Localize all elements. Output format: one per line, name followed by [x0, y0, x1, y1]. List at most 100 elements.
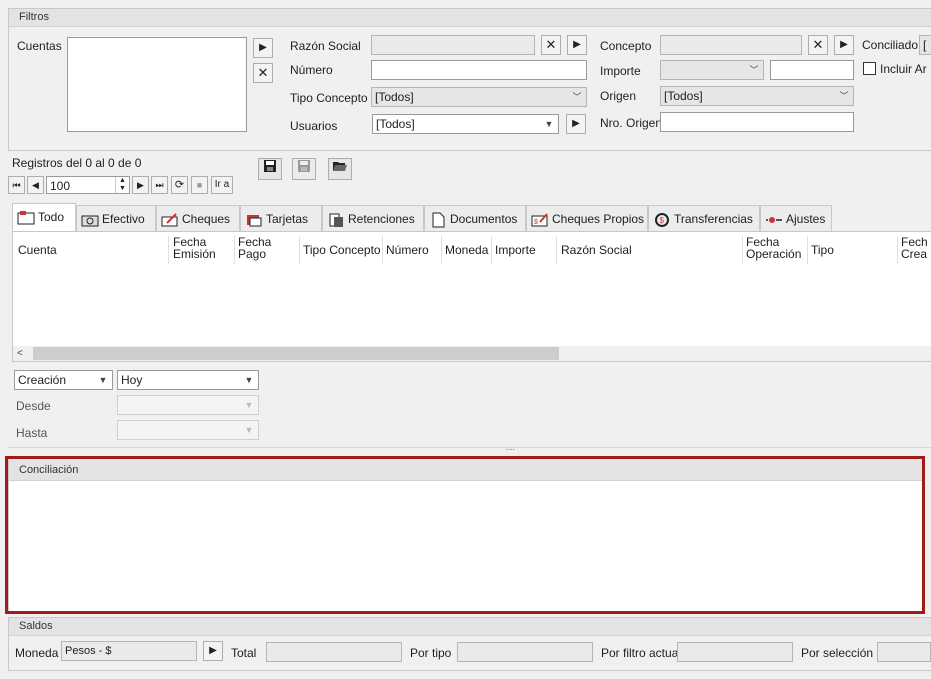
scroll-left-icon[interactable]: < [17, 346, 23, 361]
splitter-handle[interactable]: ···· [8, 444, 931, 455]
spin-down-icon[interactable]: ▼ [115, 185, 129, 193]
page-size-spinner[interactable]: 100 ▲ ▼ [46, 176, 130, 194]
col-header-tipo[interactable]: Tipo [811, 244, 834, 256]
usuarios-value: [Todos] [376, 117, 415, 131]
total-field [266, 642, 402, 662]
origen-value: [Todos] [664, 89, 703, 103]
col-header-fecha-pago[interactable]: Fecha Pago [238, 236, 271, 260]
tab-tarjetas[interactable]: Tarjetas [240, 205, 322, 231]
check-icon [161, 211, 179, 227]
prev-page-button[interactable]: ◀ [27, 176, 44, 194]
tab-documentos[interactable]: Documentos [424, 205, 526, 231]
numero-field[interactable] [371, 60, 587, 80]
caret-down-icon: ▼ [98, 375, 108, 385]
tipo-concepto-select[interactable]: [Todos] ﹀ [371, 87, 587, 107]
col-separator [491, 236, 492, 264]
incluir-checkbox[interactable] [863, 62, 876, 75]
svg-text:$: $ [534, 219, 538, 226]
concepto-field[interactable] [660, 35, 802, 55]
nro-origen-label: Nro. Origen [600, 116, 663, 130]
nro-origen-field[interactable] [660, 112, 854, 132]
numero-label: Número [290, 63, 333, 77]
razon-social-search-button[interactable]: ▶ [567, 35, 587, 55]
desde-date-picker[interactable]: ▼ [117, 395, 259, 415]
tab-cheques-label: Cheques [182, 212, 231, 226]
cash-icon [81, 211, 99, 227]
col-header-fecha-emision[interactable]: Fecha Emisión [173, 236, 216, 260]
cuentas-clear-button[interactable]: ✕ [253, 63, 273, 83]
last-page-button[interactable]: ⏭ [151, 176, 168, 194]
cuentas-add-button[interactable]: ▶ [253, 38, 273, 58]
conciliado-select[interactable]: [ [919, 35, 931, 55]
tab-retenciones[interactable]: Retenciones [322, 205, 424, 231]
tab-cheques-propios[interactable]: $ Cheques Propios [526, 205, 648, 231]
cuentas-listbox[interactable] [67, 37, 247, 132]
caret-down-icon: ▼ [244, 375, 254, 385]
horizontal-scrollbar[interactable]: < [13, 346, 931, 361]
date-field-value: Creación [18, 373, 67, 387]
col-header-fecha-operacion[interactable]: Fecha Operación [746, 236, 801, 260]
usuarios-search-button[interactable]: ▶ [566, 114, 586, 134]
por-tipo-label: Por tipo [410, 646, 452, 660]
tab-transferencias[interactable]: $ Transferencias [648, 205, 760, 231]
transfer-icon: $ [653, 211, 671, 227]
hasta-label: Hasta [16, 426, 48, 440]
col-header-importe[interactable]: Importe [495, 244, 536, 256]
save-as-button[interactable] [292, 158, 316, 180]
col-header-razon-social[interactable]: Razón Social [561, 244, 632, 256]
col-separator [556, 236, 557, 264]
por-filtro-label: Por filtro actual [601, 646, 682, 660]
importe-operator-select[interactable]: ﹀ [660, 60, 764, 80]
col-header-cuenta[interactable]: Cuenta [18, 244, 57, 256]
tab-ajustes-label: Ajustes [786, 212, 826, 226]
stop-button[interactable]: ■ [191, 176, 208, 194]
razon-social-clear-button[interactable]: ✕ [541, 35, 561, 55]
importe-field[interactable] [770, 60, 854, 80]
tab-cheques[interactable]: Cheques [156, 205, 240, 231]
col-separator [168, 236, 169, 264]
refresh-button[interactable]: ⟳ [171, 176, 188, 194]
razon-social-field[interactable] [371, 35, 535, 55]
grip-icon: ···· [505, 444, 515, 455]
chevron-down-icon: ﹀ [572, 92, 582, 102]
own-check-icon: $ [531, 211, 549, 227]
open-button[interactable] [328, 158, 352, 180]
origen-select[interactable]: [Todos] ﹀ [660, 86, 854, 106]
usuarios-label: Usuarios [290, 119, 338, 133]
caret-down-icon: ▼ [244, 425, 254, 435]
scrollbar-thumb[interactable] [33, 347, 559, 360]
col-header-moneda[interactable]: Moneda [445, 244, 488, 256]
retention-icon [327, 211, 345, 227]
tab-todo[interactable]: Todo [12, 203, 76, 231]
tab-documentos-label: Documentos [450, 212, 518, 226]
moneda-field[interactable]: Pesos - $ [61, 641, 197, 661]
col-separator [382, 236, 383, 264]
concepto-clear-button[interactable]: ✕ [808, 35, 828, 55]
ir-a-button[interactable]: Ir a [211, 176, 233, 194]
col-header-fecha-creacion[interactable]: Fech Crea [901, 236, 928, 260]
usuarios-select[interactable]: [Todos] ▼ [372, 114, 559, 134]
chevron-down-icon: ﹀ [839, 91, 849, 101]
hasta-date-picker[interactable]: ▼ [117, 420, 259, 440]
col-header-numero[interactable]: Número [386, 244, 429, 256]
filtros-title: Filtros [9, 9, 931, 27]
registros-text: Registros del 0 al 0 de 0 [12, 156, 142, 170]
col-header-tipo-concepto[interactable]: Tipo Concepto [303, 244, 381, 256]
conciliado-value: [ [923, 38, 927, 52]
spin-up-icon[interactable]: ▲ [115, 177, 129, 185]
col-separator [897, 236, 898, 264]
tab-ajustes[interactable]: Ajustes [760, 205, 832, 231]
date-field-select[interactable]: Creación ▼ [14, 370, 113, 390]
por-filtro-field [677, 642, 793, 662]
save-button[interactable] [258, 158, 282, 180]
saldos-title: Saldos [9, 618, 931, 636]
first-page-button[interactable]: ⏮ [8, 176, 25, 194]
tipo-concepto-label: Tipo Concepto [290, 91, 368, 105]
caret-down-icon: ▼ [544, 119, 554, 129]
period-select[interactable]: Hoy ▼ [117, 370, 259, 390]
concepto-search-button[interactable]: ▶ [834, 35, 854, 55]
next-page-button[interactable]: ▶ [132, 176, 149, 194]
conciliacion-highlight [5, 456, 925, 614]
moneda-select-button[interactable]: ▶ [203, 641, 223, 661]
tab-efectivo[interactable]: Efectivo [76, 205, 156, 231]
